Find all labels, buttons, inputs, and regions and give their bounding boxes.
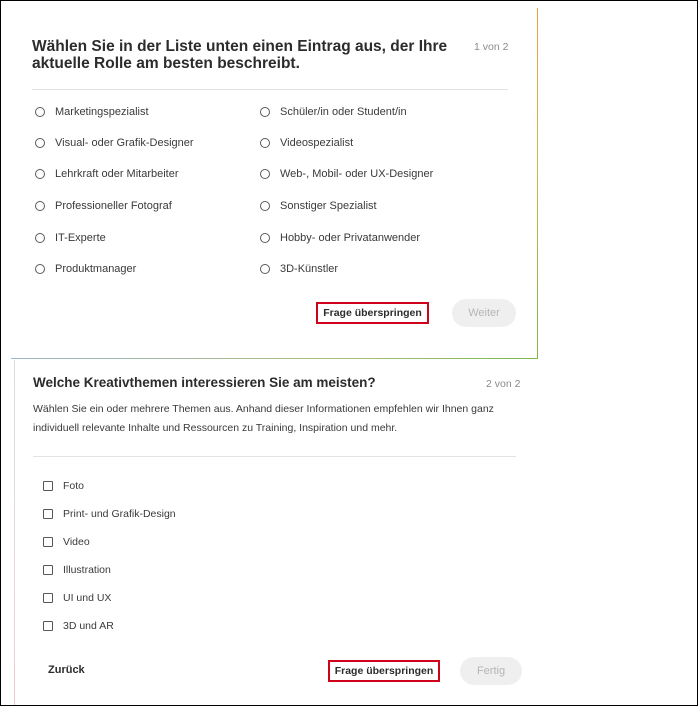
radio-button[interactable] bbox=[35, 201, 45, 211]
topic-option-label: Video bbox=[63, 536, 90, 548]
topic-option-3d-ar[interactable]: 3D und AR bbox=[43, 620, 114, 632]
role-option-3d-kuenstler[interactable]: 3D-Künstler bbox=[260, 263, 338, 275]
role-option-fotograf[interactable]: Professioneller Fotograf bbox=[35, 200, 172, 212]
role-option-ux-designer[interactable]: Web-, Mobil- oder UX-Designer bbox=[260, 168, 433, 180]
topic-option-label: UI und UX bbox=[63, 592, 112, 604]
checkbox[interactable] bbox=[43, 593, 53, 603]
radio-button[interactable] bbox=[35, 169, 45, 179]
role-option-videospezialist[interactable]: Videospezialist bbox=[260, 137, 353, 149]
topic-option-foto[interactable]: Foto bbox=[43, 480, 84, 492]
topic-option-label: Foto bbox=[63, 480, 85, 492]
question1-step-indicator: 1 von 2 bbox=[474, 41, 509, 53]
checkbox[interactable] bbox=[43, 565, 53, 575]
next-button[interactable]: Weiter bbox=[452, 299, 516, 327]
role-option-it-experte[interactable]: IT-Experte bbox=[35, 232, 106, 244]
radio-button[interactable] bbox=[260, 138, 270, 148]
role-option-student[interactable]: Schüler/in oder Student/in bbox=[260, 106, 407, 118]
topic-option-label: 3D und AR bbox=[63, 620, 114, 632]
checkbox[interactable] bbox=[43, 481, 53, 491]
card-gradient-edge-left bbox=[14, 360, 15, 705]
role-option-produktmanager[interactable]: Produktmanager bbox=[35, 263, 136, 275]
role-option-label: Hobby- oder Privatanwender bbox=[280, 232, 421, 244]
role-option-marketingspezialist[interactable]: Marketingspezialist bbox=[35, 106, 149, 118]
role-option-label: Lehrkraft oder Mitarbeiter bbox=[55, 168, 179, 180]
role-option-label: Professioneller Fotograf bbox=[55, 200, 172, 212]
role-option-label: IT-Experte bbox=[55, 232, 106, 244]
topic-option-ui-ux[interactable]: UI und UX bbox=[43, 592, 111, 604]
radio-button[interactable] bbox=[35, 107, 45, 117]
role-option-label: Produktmanager bbox=[55, 263, 137, 275]
topic-option-label: Print- und Grafik-Design bbox=[63, 508, 176, 520]
radio-button[interactable] bbox=[260, 233, 270, 243]
question2-step-indicator: 2 von 2 bbox=[486, 378, 521, 390]
question1-divider bbox=[32, 89, 508, 90]
back-button[interactable]: Zurück bbox=[48, 664, 85, 676]
role-option-lehrkraft[interactable]: Lehrkraft oder Mitarbeiter bbox=[35, 168, 179, 180]
topic-option-video[interactable]: Video bbox=[43, 536, 90, 548]
role-option-label: Web-, Mobil- oder UX-Designer bbox=[280, 168, 434, 180]
radio-button[interactable] bbox=[35, 264, 45, 274]
question2-description: Wählen Sie ein oder mehrere Themen aus. … bbox=[33, 403, 494, 434]
radio-button[interactable] bbox=[260, 107, 270, 117]
radio-button[interactable] bbox=[260, 201, 270, 211]
radio-button[interactable] bbox=[260, 264, 270, 274]
role-option-hobby[interactable]: Hobby- oder Privatanwender bbox=[260, 232, 420, 244]
role-option-label: Sonstiger Spezialist bbox=[280, 200, 377, 212]
checkbox[interactable] bbox=[43, 621, 53, 631]
question2-title: Welche Kreativthemen interessieren Sie a… bbox=[33, 375, 376, 390]
radio-button[interactable] bbox=[260, 169, 270, 179]
role-option-sonstiger[interactable]: Sonstiger Spezialist bbox=[260, 200, 377, 212]
topic-option-print-design[interactable]: Print- und Grafik-Design bbox=[43, 508, 176, 520]
skip-question-button[interactable]: Frage überspringen bbox=[316, 302, 429, 324]
role-option-label: Videospezialist bbox=[280, 137, 354, 149]
role-option-label: Marketingspezialist bbox=[55, 106, 149, 118]
role-option-label: Visual- oder Grafik-Designer bbox=[55, 137, 194, 149]
role-option-label: Schüler/in oder Student/in bbox=[280, 106, 407, 118]
topic-option-illustration[interactable]: Illustration bbox=[43, 564, 111, 576]
question2-divider bbox=[33, 456, 516, 457]
finish-button[interactable]: Fertig bbox=[460, 657, 522, 685]
radio-button[interactable] bbox=[35, 233, 45, 243]
role-option-label: 3D-Künstler bbox=[280, 263, 339, 275]
checkbox[interactable] bbox=[43, 537, 53, 547]
skip-question-button[interactable]: Frage überspringen bbox=[328, 660, 440, 682]
radio-button[interactable] bbox=[35, 138, 45, 148]
question1-title: Wählen Sie in der Liste unten einen Eint… bbox=[32, 38, 448, 72]
role-option-visual-designer[interactable]: Visual- oder Grafik-Designer bbox=[35, 137, 194, 149]
topic-option-label: Illustration bbox=[63, 564, 111, 576]
checkbox[interactable] bbox=[43, 509, 53, 519]
